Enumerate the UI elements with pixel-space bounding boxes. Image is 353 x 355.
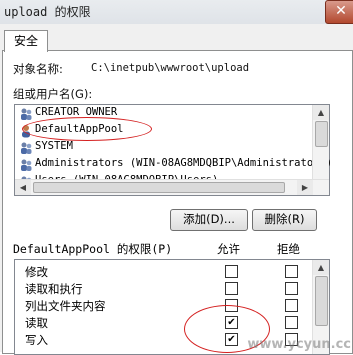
scroll-thumb[interactable]: [33, 182, 285, 193]
add-button[interactable]: 添加(D)...: [170, 209, 248, 231]
groups-label: 组或用户名(G):: [13, 87, 93, 101]
object-name-value: C:\inetpub\wwwroot\upload: [91, 62, 250, 74]
permission-name: 修改: [25, 265, 48, 279]
deny-header: 拒绝: [277, 242, 300, 256]
watermark: www.ycyun.cc: [247, 337, 351, 352]
list-item-label: SYSTEM: [35, 140, 73, 152]
permission-name: 读取: [25, 316, 48, 330]
tab-strip: 安全: [0, 28, 353, 52]
list-item-label: Administrators (WIN-08AG8MDQBIP\Administ…: [35, 157, 333, 169]
deny-checkbox[interactable]: [285, 316, 298, 329]
permission-name: 读取和执行: [25, 282, 83, 296]
close-button[interactable]: ✕: [325, 0, 353, 24]
close-icon: ✕: [335, 3, 347, 19]
allow-header: 允许: [217, 242, 240, 256]
deny-checkbox[interactable]: [285, 265, 298, 278]
group-icon: [21, 142, 32, 154]
permission-row: 读取和执行: [15, 279, 311, 297]
annotation-ellipse: [22, 117, 152, 141]
users-list-horizontal-scrollbar[interactable]: ◀ ▶: [15, 179, 329, 195]
list-item[interactable]: SYSTEM: [15, 139, 311, 157]
scroll-left-icon[interactable]: ◀: [15, 180, 31, 195]
permission-name: 写入: [25, 333, 48, 347]
window-title: upload 的权限: [4, 5, 91, 19]
users-list-vertical-scrollbar[interactable]: ▲: [312, 105, 329, 179]
permission-row: 列出文件夹内容: [15, 296, 311, 314]
permission-row: 修改: [15, 262, 311, 280]
allow-checkbox[interactable]: [225, 282, 238, 295]
scroll-up-icon[interactable]: ▲: [313, 260, 329, 275]
scroll-thumb[interactable]: [315, 121, 328, 147]
group-icon: [21, 108, 32, 120]
object-name-label: 对象名称:: [13, 62, 63, 76]
group-icon: [21, 159, 32, 171]
scroll-thumb[interactable]: [315, 276, 328, 326]
allow-checkbox[interactable]: [225, 265, 238, 278]
scroll-up-icon[interactable]: ▲: [313, 105, 329, 120]
title-bar: upload 的权限 ✕: [0, 0, 353, 25]
permission-name: 列出文件夹内容: [25, 299, 106, 313]
list-item[interactable]: Administrators (WIN-08AG8MDQBIP\Administ…: [15, 156, 332, 174]
deny-checkbox[interactable]: [285, 282, 298, 295]
tab-security[interactable]: 安全: [4, 30, 48, 52]
remove-button[interactable]: 删除(R): [252, 209, 317, 231]
permissions-title: DefaultAppPool 的权限(P): [13, 242, 173, 256]
scroll-right-icon[interactable]: ▶: [297, 180, 313, 195]
deny-checkbox[interactable]: [285, 299, 298, 312]
